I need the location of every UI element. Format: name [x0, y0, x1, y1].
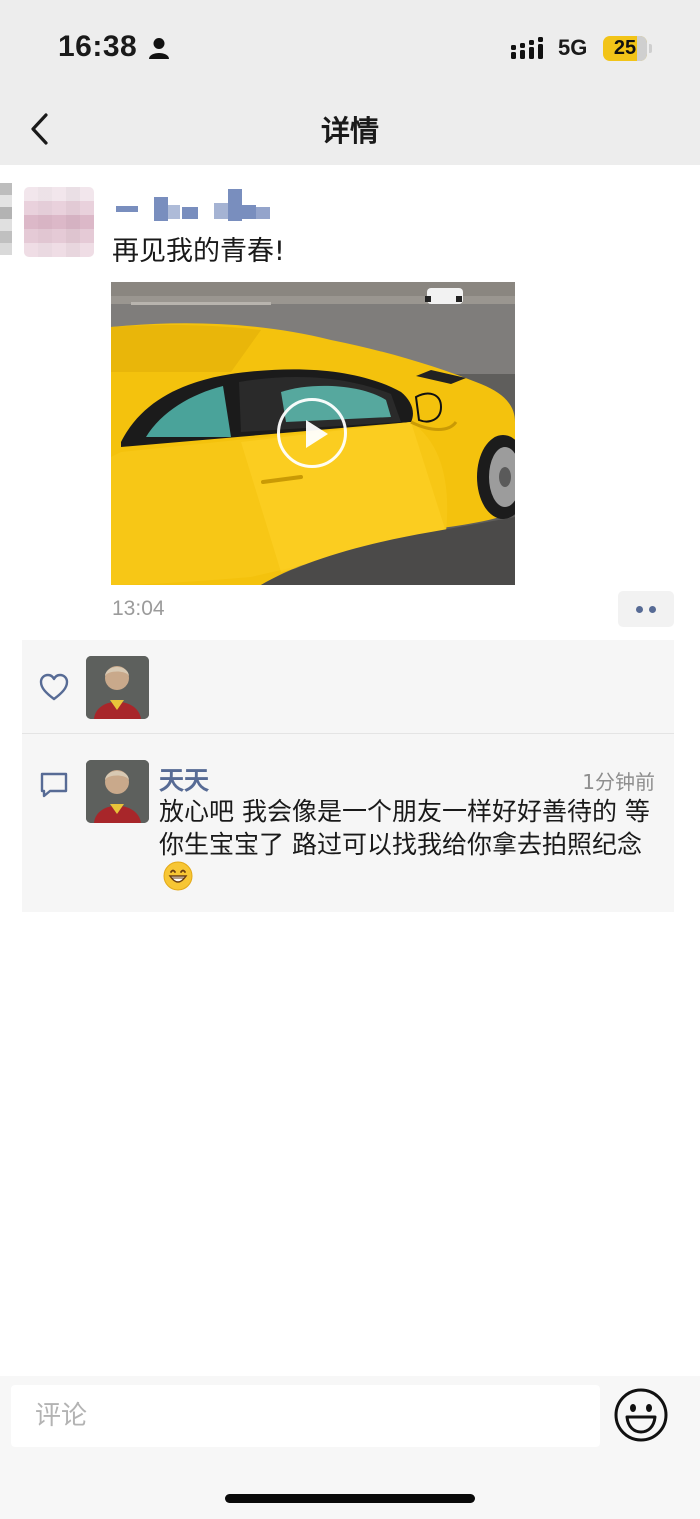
heart-icon	[39, 673, 69, 701]
more-options-button[interactable]	[618, 591, 674, 627]
dot-icon	[649, 606, 656, 613]
poster-name-pixelated[interactable]	[116, 185, 276, 221]
poster-avatar[interactable]	[24, 187, 94, 257]
person-icon	[149, 38, 169, 59]
battery-cap	[649, 44, 652, 53]
divider	[22, 733, 674, 734]
comment-text[interactable]: 放心吧 我会像是一个朋友一样好好善待的 等你生宝宝了 路过可以找我给你拿去拍照纪…	[159, 796, 659, 895]
post-time: 13:04	[112, 597, 165, 620]
battery-icon: 25	[603, 36, 647, 61]
comment-icon	[40, 772, 68, 798]
comment-input[interactable]	[11, 1385, 600, 1447]
play-icon	[306, 420, 328, 448]
side-edge	[0, 183, 12, 255]
home-indicator	[225, 1494, 475, 1503]
signal-icon	[511, 37, 543, 59]
commenter-name[interactable]: 天天	[159, 761, 209, 797]
comment-time: 1分钟前	[582, 770, 655, 794]
video-thumbnail[interactable]	[111, 282, 515, 585]
play-button[interactable]	[277, 398, 347, 468]
nav-bar: 详情	[0, 95, 700, 165]
comment-input-bar	[0, 1376, 700, 1519]
status-bar: 16:38 5G 25	[0, 0, 700, 95]
status-time: 16:38	[58, 30, 138, 63]
commenter-avatar[interactable]	[86, 760, 149, 823]
post-text: 再见我的青春!	[112, 236, 285, 267]
page-title: 详情	[320, 114, 379, 148]
battery-level: 25	[613, 37, 637, 59]
liker-avatar[interactable]	[86, 656, 149, 719]
grin-emoji-icon	[163, 861, 193, 891]
interaction-panel: 天天 1分钟前 放心吧 我会像是一个朋友一样好好善待的 等你生宝宝了 路过可以找…	[22, 640, 674, 912]
emoji-button-icon[interactable]	[613, 1387, 669, 1443]
comment-body: 放心吧 我会像是一个朋友一样好好善待的 等你生宝宝了 路过可以找我给你拿去拍照纪…	[159, 797, 650, 859]
network-label: 5G	[558, 35, 588, 60]
dot-icon	[636, 606, 643, 613]
